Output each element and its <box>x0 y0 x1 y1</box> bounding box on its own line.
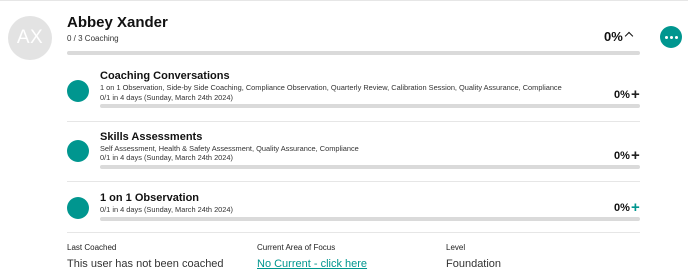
section-one-on-one-observation: 1 on 1 Observation 0/1 in 4 days (Sunday… <box>67 192 640 224</box>
level-value: Foundation <box>446 258 502 270</box>
section-progress-bar <box>100 165 640 169</box>
focus-link[interactable]: No Current - click here <box>257 258 367 270</box>
section-title: Skills Assessments <box>100 131 203 143</box>
user-name: Abbey Xander <box>67 14 168 31</box>
chevron-up-icon[interactable] <box>624 31 634 41</box>
section-due: 0/1 in 4 days (Sunday, March 24th 2024) <box>100 205 233 214</box>
user-progress-percent: 0% <box>604 29 623 44</box>
section-status-dot <box>67 140 89 162</box>
section-status-dot <box>67 197 89 219</box>
more-horizontal-icon <box>664 35 668 39</box>
plus-icon[interactable]: + <box>631 148 640 163</box>
section-title: Coaching Conversations <box>100 70 230 82</box>
section-description: Self Assessment, Health & Safety Assessm… <box>100 144 359 153</box>
coaching-summary: 0 / 3 Coaching <box>67 34 119 43</box>
section-skills-assessments: Skills Assessments Self Assessment, Heal… <box>67 131 640 173</box>
section-due: 0/1 in 4 days (Sunday, March 24th 2024) <box>100 93 233 102</box>
level-label: Level <box>446 243 466 252</box>
plus-icon[interactable]: + <box>631 87 640 102</box>
last-coached-value: This user has not been coached <box>67 258 224 270</box>
divider <box>67 181 640 182</box>
more-dot <box>669 35 673 39</box>
last-coached-label: Last Coached <box>67 243 117 252</box>
section-due: 0/1 in 4 days (Sunday, March 24th 2024) <box>100 153 233 162</box>
divider <box>67 232 640 233</box>
section-progress-percent: 0% <box>614 150 630 162</box>
plus-icon[interactable]: + <box>631 200 640 215</box>
section-description: 1 on 1 Observation, Side-by Side Coachin… <box>100 83 562 92</box>
focus-label: Current Area of Focus <box>257 243 336 252</box>
top-border <box>0 0 688 1</box>
avatar: AX <box>8 16 52 60</box>
more-options-button[interactable] <box>660 26 682 48</box>
section-progress-percent: 0% <box>614 202 630 214</box>
section-progress-bar <box>100 104 640 108</box>
section-status-dot <box>67 80 89 102</box>
more-dot <box>674 35 678 39</box>
section-coaching-conversations: Coaching Conversations 1 on 1 Observatio… <box>67 70 640 112</box>
divider <box>67 121 640 122</box>
section-progress-percent: 0% <box>614 89 630 101</box>
section-title: 1 on 1 Observation <box>100 192 200 204</box>
section-progress-bar <box>100 217 640 221</box>
user-progress-bar <box>67 51 640 55</box>
